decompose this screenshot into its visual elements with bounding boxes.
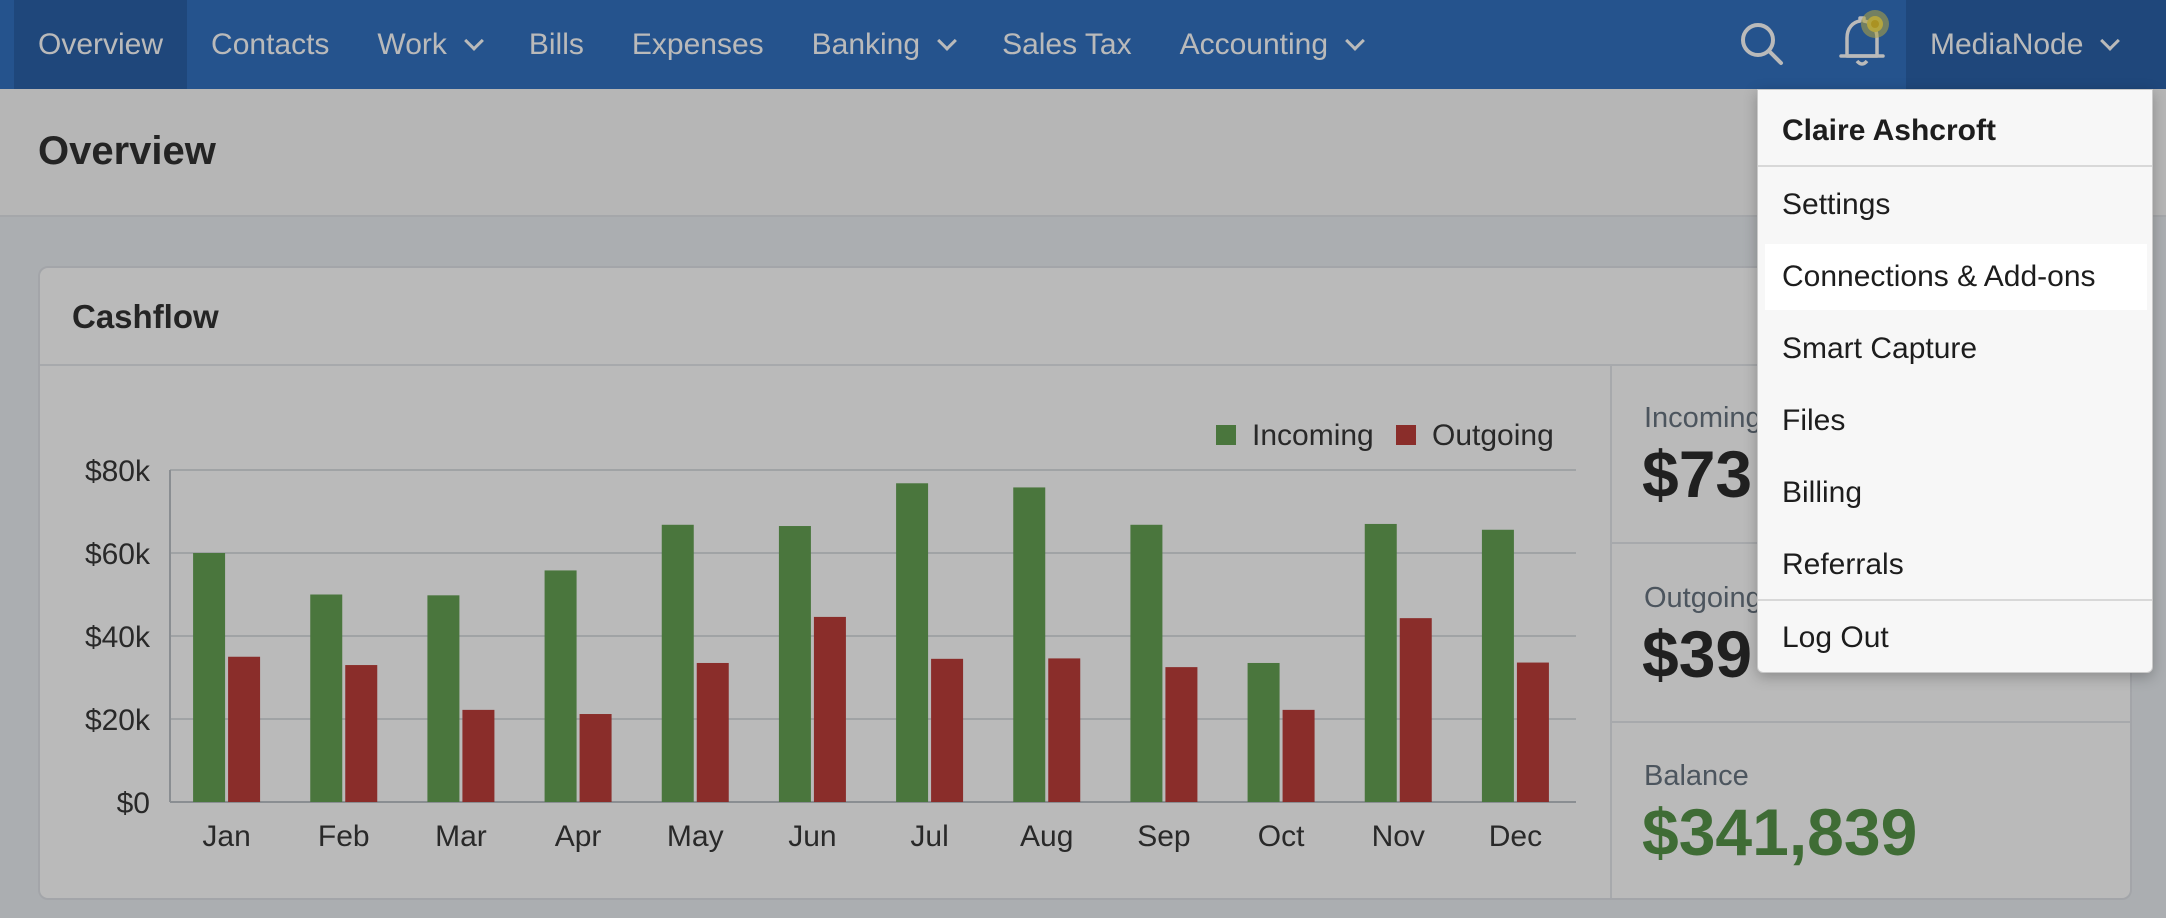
outgoing-bar-jun: [813, 616, 846, 802]
outgoing-label: Outgoing: [1644, 582, 1762, 614]
x-tick-label: Dec: [1489, 820, 1542, 853]
outgoing-value: $39: [1642, 617, 1753, 691]
incoming-bar-mar: [427, 595, 460, 802]
nav-item-label: Accounting: [1179, 27, 1329, 61]
nav-item-overview[interactable]: Overview: [14, 0, 188, 89]
incoming-bar-sep: [1130, 524, 1163, 802]
log-out-menu-item[interactable]: Log Out: [1765, 605, 2147, 671]
incoming-label: Incoming: [1644, 402, 1762, 434]
stats-divider: [1610, 366, 1612, 898]
chevron-down-icon: [937, 30, 957, 51]
incoming-bar-dec: [1481, 529, 1514, 802]
y-tick-label: $20k: [85, 704, 151, 737]
account-menu-toggle[interactable]: MediaNode: [1906, 0, 2166, 89]
top-navigation-bar: Overview Contacts Work Bills Expenses Banking…: [0, 0, 2166, 89]
incoming-bar-oct: [1247, 662, 1280, 802]
nav-item-expenses[interactable]: Expenses: [608, 0, 788, 89]
page-title: Overview: [38, 129, 216, 173]
account-name: MediaNode: [1930, 27, 2084, 61]
x-tick-label: Oct: [1258, 820, 1305, 853]
incoming-bar-aug: [1013, 487, 1046, 802]
y-tick-label: $0: [117, 787, 150, 820]
outgoing-bar-may: [696, 662, 729, 802]
cashflow-chart: $0 $20k $40k $60k $80k Jan Feb Mar Apr May Jun Jul A…: [85, 419, 1576, 853]
outgoing-bar-aug: [1048, 658, 1081, 802]
x-tick-label: Jul: [910, 820, 948, 853]
balance-value: $341,839: [1642, 795, 1918, 869]
outgoing-bar-jan: [228, 656, 261, 802]
bell-icon[interactable]: [1828, 4, 1898, 74]
stat-divider: [1612, 721, 2130, 723]
y-tick-label: $60k: [85, 538, 151, 571]
incoming-bar-may: [661, 524, 694, 802]
chevron-down-icon: [2100, 30, 2121, 51]
incoming-bar-nov: [1364, 523, 1397, 802]
nav-item-bills[interactable]: Bills: [505, 0, 608, 89]
incoming-bar-apr: [544, 570, 577, 802]
x-tick-label: Sep: [1137, 820, 1190, 853]
nav-item-label: Bills: [528, 27, 584, 61]
incoming-bar-feb: [310, 594, 343, 802]
outgoing-bar-dec: [1516, 662, 1549, 802]
account-dropdown-menu: Claire Ashcroft Settings Connections & Ad…: [1757, 89, 2153, 673]
menu-item-settings[interactable]: Settings: [1765, 172, 2147, 238]
search-icon[interactable]: [1732, 14, 1792, 74]
x-tick-label: Feb: [318, 820, 370, 853]
chevron-down-icon: [463, 30, 484, 51]
menu-item-connections-add-ons[interactable]: Connections & Add-ons: [1765, 244, 2147, 310]
outgoing-bar-nov: [1399, 618, 1432, 802]
balance-label: Balance: [1644, 760, 1749, 792]
menu-item-referrals[interactable]: Referrals: [1765, 532, 2147, 598]
nav-item-label: Banking: [811, 27, 921, 61]
legend-label-outgoing: Outgoing: [1432, 419, 1554, 452]
x-tick-label: Aug: [1020, 820, 1073, 853]
incoming-bar-jul: [896, 483, 929, 802]
menu-item-billing[interactable]: Billing: [1765, 460, 2147, 526]
x-tick-label: Apr: [555, 820, 602, 853]
nav-item-contacts[interactable]: Contacts: [187, 0, 353, 89]
x-tick-label: Nov: [1372, 820, 1425, 853]
nav-item-banking[interactable]: Banking: [788, 0, 978, 89]
x-tick-label: Jan: [202, 820, 250, 853]
main-nav: Overview Contacts Work Bills Expenses Banking…: [14, 0, 1386, 89]
incoming-value: $73: [1642, 437, 1753, 511]
menu-divider: [1758, 599, 2152, 601]
outgoing-bar-mar: [462, 709, 495, 802]
menu-item-files[interactable]: Files: [1765, 388, 2147, 454]
outgoing-bar-sep: [1165, 667, 1198, 802]
incoming-bar-jun: [778, 526, 811, 802]
legend-label-incoming: Incoming: [1252, 419, 1374, 452]
nav-item-work[interactable]: Work: [353, 0, 504, 89]
y-tick-label: $40k: [85, 621, 151, 654]
menu-item-smart-capture[interactable]: Smart Capture: [1765, 316, 2147, 382]
nav-item-sales-tax[interactable]: Sales Tax: [978, 0, 1156, 89]
nav-item-label: Work: [377, 27, 447, 61]
chevron-down-icon: [1345, 30, 1365, 51]
nav-item-label: Sales Tax: [1002, 27, 1132, 61]
outgoing-bar-apr: [579, 714, 612, 802]
x-tick-label: May: [667, 820, 724, 853]
nav-item-accounting[interactable]: Accounting: [1156, 0, 1386, 89]
legend-swatch-outgoing: [1396, 425, 1416, 445]
outgoing-bar-oct: [1282, 709, 1315, 802]
nav-item-label: Overview: [38, 27, 164, 61]
x-tick-label: Jun: [788, 820, 836, 853]
nav-item-label: Contacts: [211, 27, 330, 61]
cashflow-title: Cashflow: [72, 298, 219, 335]
user-name: Claire Ashcroft: [1782, 114, 1996, 147]
menu-divider: [1758, 165, 2152, 167]
nav-item-label: Expenses: [631, 27, 764, 61]
incoming-bar-jan: [193, 553, 226, 802]
legend-swatch-incoming: [1216, 425, 1236, 445]
x-tick-label: Mar: [435, 820, 487, 853]
y-tick-label: $80k: [85, 455, 151, 488]
outgoing-bar-feb: [345, 665, 378, 802]
outgoing-bar-jul: [931, 658, 964, 802]
